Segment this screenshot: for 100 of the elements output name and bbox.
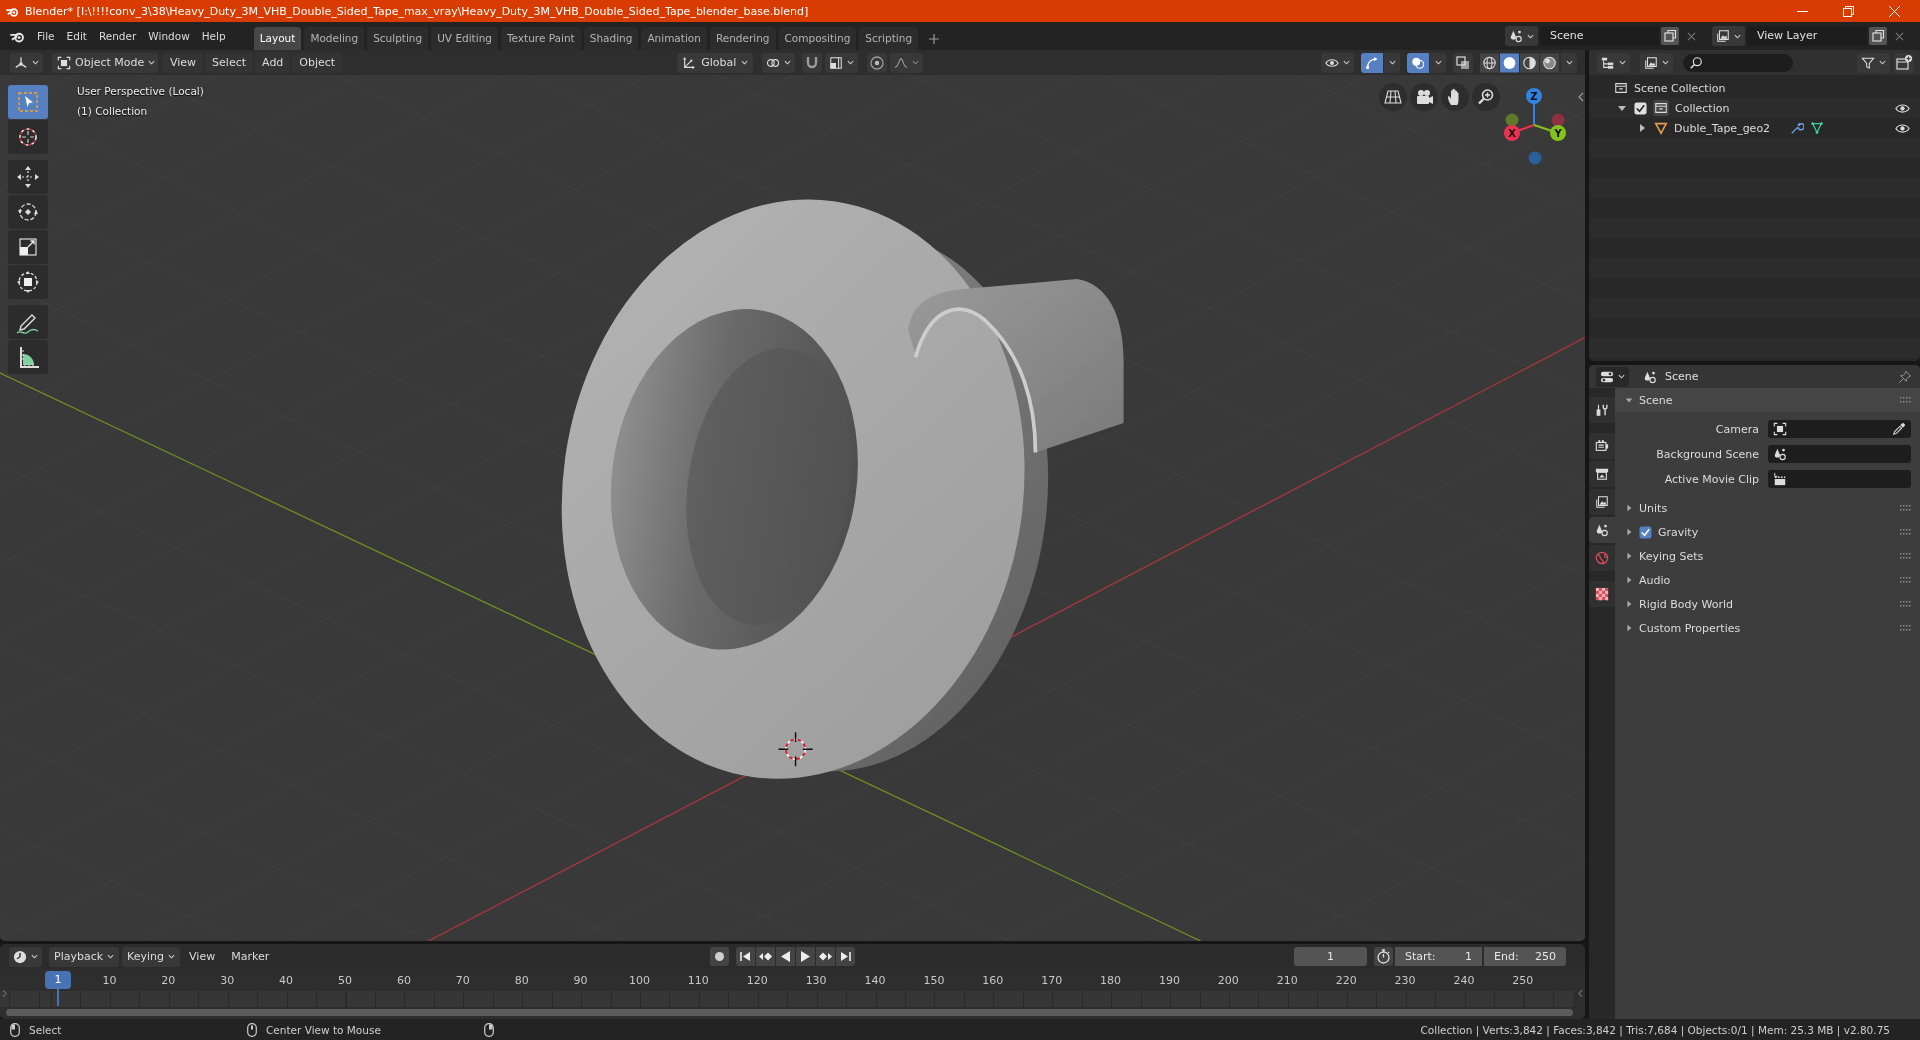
menu-item[interactable]: View <box>163 52 204 73</box>
render-tab[interactable] <box>1589 433 1615 459</box>
mesh-vertices-icon[interactable] <box>1810 121 1825 135</box>
menu-item[interactable]: View <box>182 950 223 963</box>
pivot-dropdown[interactable] <box>762 52 796 73</box>
workspace-tab[interactable]: Compositing <box>778 27 857 50</box>
panel-header[interactable]: Units <box>1615 496 1920 520</box>
mode-dropdown[interactable]: Object Mode <box>52 52 158 73</box>
cursor-target-icon[interactable] <box>8 120 48 154</box>
menu-item[interactable]: Edit <box>60 27 93 45</box>
scale-icon[interactable] <box>8 230 48 264</box>
close-icon[interactable] <box>1687 31 1696 41</box>
panel-header[interactable]: Scene <box>1615 388 1920 412</box>
grip-icon[interactable] <box>1900 505 1911 511</box>
object-row[interactable]: Duble_Tape_geo2 <box>1589 118 1920 138</box>
workspace-tab[interactable]: Layout <box>253 27 302 50</box>
hand-icon[interactable] <box>1441 83 1469 111</box>
camera-field[interactable] <box>1768 420 1911 438</box>
keyframe-track[interactable] <box>0 991 1573 1007</box>
view-layer-name-field[interactable]: View Layer <box>1747 26 1867 46</box>
workspace-tab[interactable]: Texture Paint <box>500 27 581 50</box>
editor-type-button[interactable] <box>1596 366 1629 387</box>
horizontal-scrollbar[interactable] <box>6 1009 1573 1016</box>
collection-row[interactable]: Scene Collection <box>1589 78 1920 98</box>
pencil-icon[interactable] <box>8 305 48 339</box>
previous-keyframe-icon[interactable] <box>756 947 776 966</box>
axis-handle[interactable]: X <box>1504 124 1535 141</box>
shading-options-dropdown[interactable] <box>1561 52 1577 73</box>
magnet-icon[interactable] <box>802 52 823 73</box>
grip-icon[interactable] <box>1900 601 1911 607</box>
perspective-grid-icon[interactable] <box>1379 83 1407 111</box>
chevron-icon[interactable] <box>2 989 7 998</box>
panel-header[interactable]: Keying Sets <box>1615 544 1920 568</box>
menu-item[interactable]: Window <box>142 27 196 45</box>
current-frame-indicator[interactable]: 1 <box>45 971 71 989</box>
scene-field[interactable] <box>1768 445 1911 463</box>
menu-item[interactable]: Marker <box>224 950 277 963</box>
stopwatch-icon[interactable] <box>1374 947 1393 966</box>
workspace-tab[interactable]: Sculpting <box>367 27 429 50</box>
visibility-dropdown[interactable] <box>1321 52 1354 73</box>
record-icon[interactable] <box>710 947 730 966</box>
panel-header[interactable]: Custom Properties <box>1615 616 1920 640</box>
pin-icon[interactable] <box>1898 369 1912 384</box>
rotate-icon[interactable] <box>8 195 48 229</box>
collection-row[interactable]: Collection <box>1589 98 1920 118</box>
workspace-tab[interactable]: Animation <box>641 27 707 50</box>
filter-dropdown[interactable] <box>1857 52 1890 73</box>
include-checkbox[interactable] <box>1634 101 1647 115</box>
axis-dot-icon[interactable] <box>1551 113 1565 127</box>
menu-dropdown[interactable]: Keying <box>122 946 181 967</box>
wrench-icon[interactable] <box>1790 121 1805 135</box>
workspace-tab[interactable]: Modeling <box>304 27 365 50</box>
grip-icon[interactable] <box>1900 625 1911 631</box>
workspace-tab[interactable]: Rendering <box>709 27 776 50</box>
menu-item[interactable]: File <box>31 27 61 45</box>
menu-item[interactable]: Select <box>205 52 254 73</box>
view-layer-browse-button[interactable] <box>1712 26 1745 46</box>
editor-type-button[interactable] <box>9 946 42 967</box>
editor-type-button[interactable] <box>10 52 43 73</box>
scene-tab[interactable] <box>1589 517 1615 543</box>
menu-item[interactable]: Render <box>92 27 143 45</box>
menu-dropdown[interactable]: Playback <box>49 946 120 967</box>
movie-clip-field[interactable] <box>1768 470 1911 488</box>
overlays-toggle[interactable] <box>1407 52 1429 73</box>
duplicate-icon[interactable] <box>1869 27 1887 45</box>
world-tab[interactable] <box>1589 545 1615 571</box>
3d-viewport[interactable]: Object Mode View Select Add Object Global User Perspective (Local) (1) Collection Z X Y <box>0 50 1585 941</box>
axis-handle[interactable]: Z <box>1526 88 1542 126</box>
grip-icon[interactable] <box>1900 397 1911 403</box>
close-icon[interactable] <box>1895 31 1904 41</box>
panel-header[interactable]: Gravity <box>1615 520 1920 544</box>
ruler-icon[interactable] <box>8 340 48 374</box>
plus-icon[interactable] <box>929 33 940 44</box>
grip-icon[interactable] <box>1900 553 1911 559</box>
eyedropper-icon[interactable] <box>1892 422 1906 436</box>
snap-target-dropdown[interactable] <box>825 52 859 73</box>
jump-start-icon[interactable] <box>736 947 756 966</box>
tool-tab[interactable] <box>1589 397 1615 423</box>
workspace-tab[interactable]: Scripting <box>859 27 919 50</box>
panel-checkbox[interactable] <box>1639 525 1652 539</box>
view-layer-tab[interactable] <box>1589 489 1615 515</box>
orientation-dropdown[interactable]: Global <box>677 52 754 73</box>
axis-dot-icon[interactable] <box>1505 113 1519 127</box>
menu-item[interactable]: Add <box>255 52 291 73</box>
grip-icon[interactable] <box>1900 577 1911 583</box>
new-collection-icon[interactable] <box>1894 52 1914 73</box>
play-icon[interactable] <box>796 947 816 966</box>
transform-icon[interactable] <box>8 265 48 299</box>
view-layer-filter-dropdown[interactable] <box>1640 52 1673 73</box>
layered-squares-icon[interactable] <box>1453 52 1473 73</box>
cursor-crosshair-icon[interactable] <box>777 731 814 768</box>
panel-header[interactable]: Audio <box>1615 568 1920 592</box>
gizmo-options-dropdown[interactable] <box>1384 52 1400 73</box>
axis-dot-icon[interactable] <box>1528 151 1542 165</box>
scene-name-field[interactable]: Scene <box>1540 26 1659 46</box>
current-frame-field[interactable]: 1 <box>1294 947 1367 966</box>
camera-icon[interactable] <box>1410 83 1438 111</box>
play-reverse-icon[interactable] <box>776 947 796 966</box>
output-tab[interactable] <box>1589 461 1615 487</box>
falloff-dropdown[interactable] <box>890 52 924 73</box>
